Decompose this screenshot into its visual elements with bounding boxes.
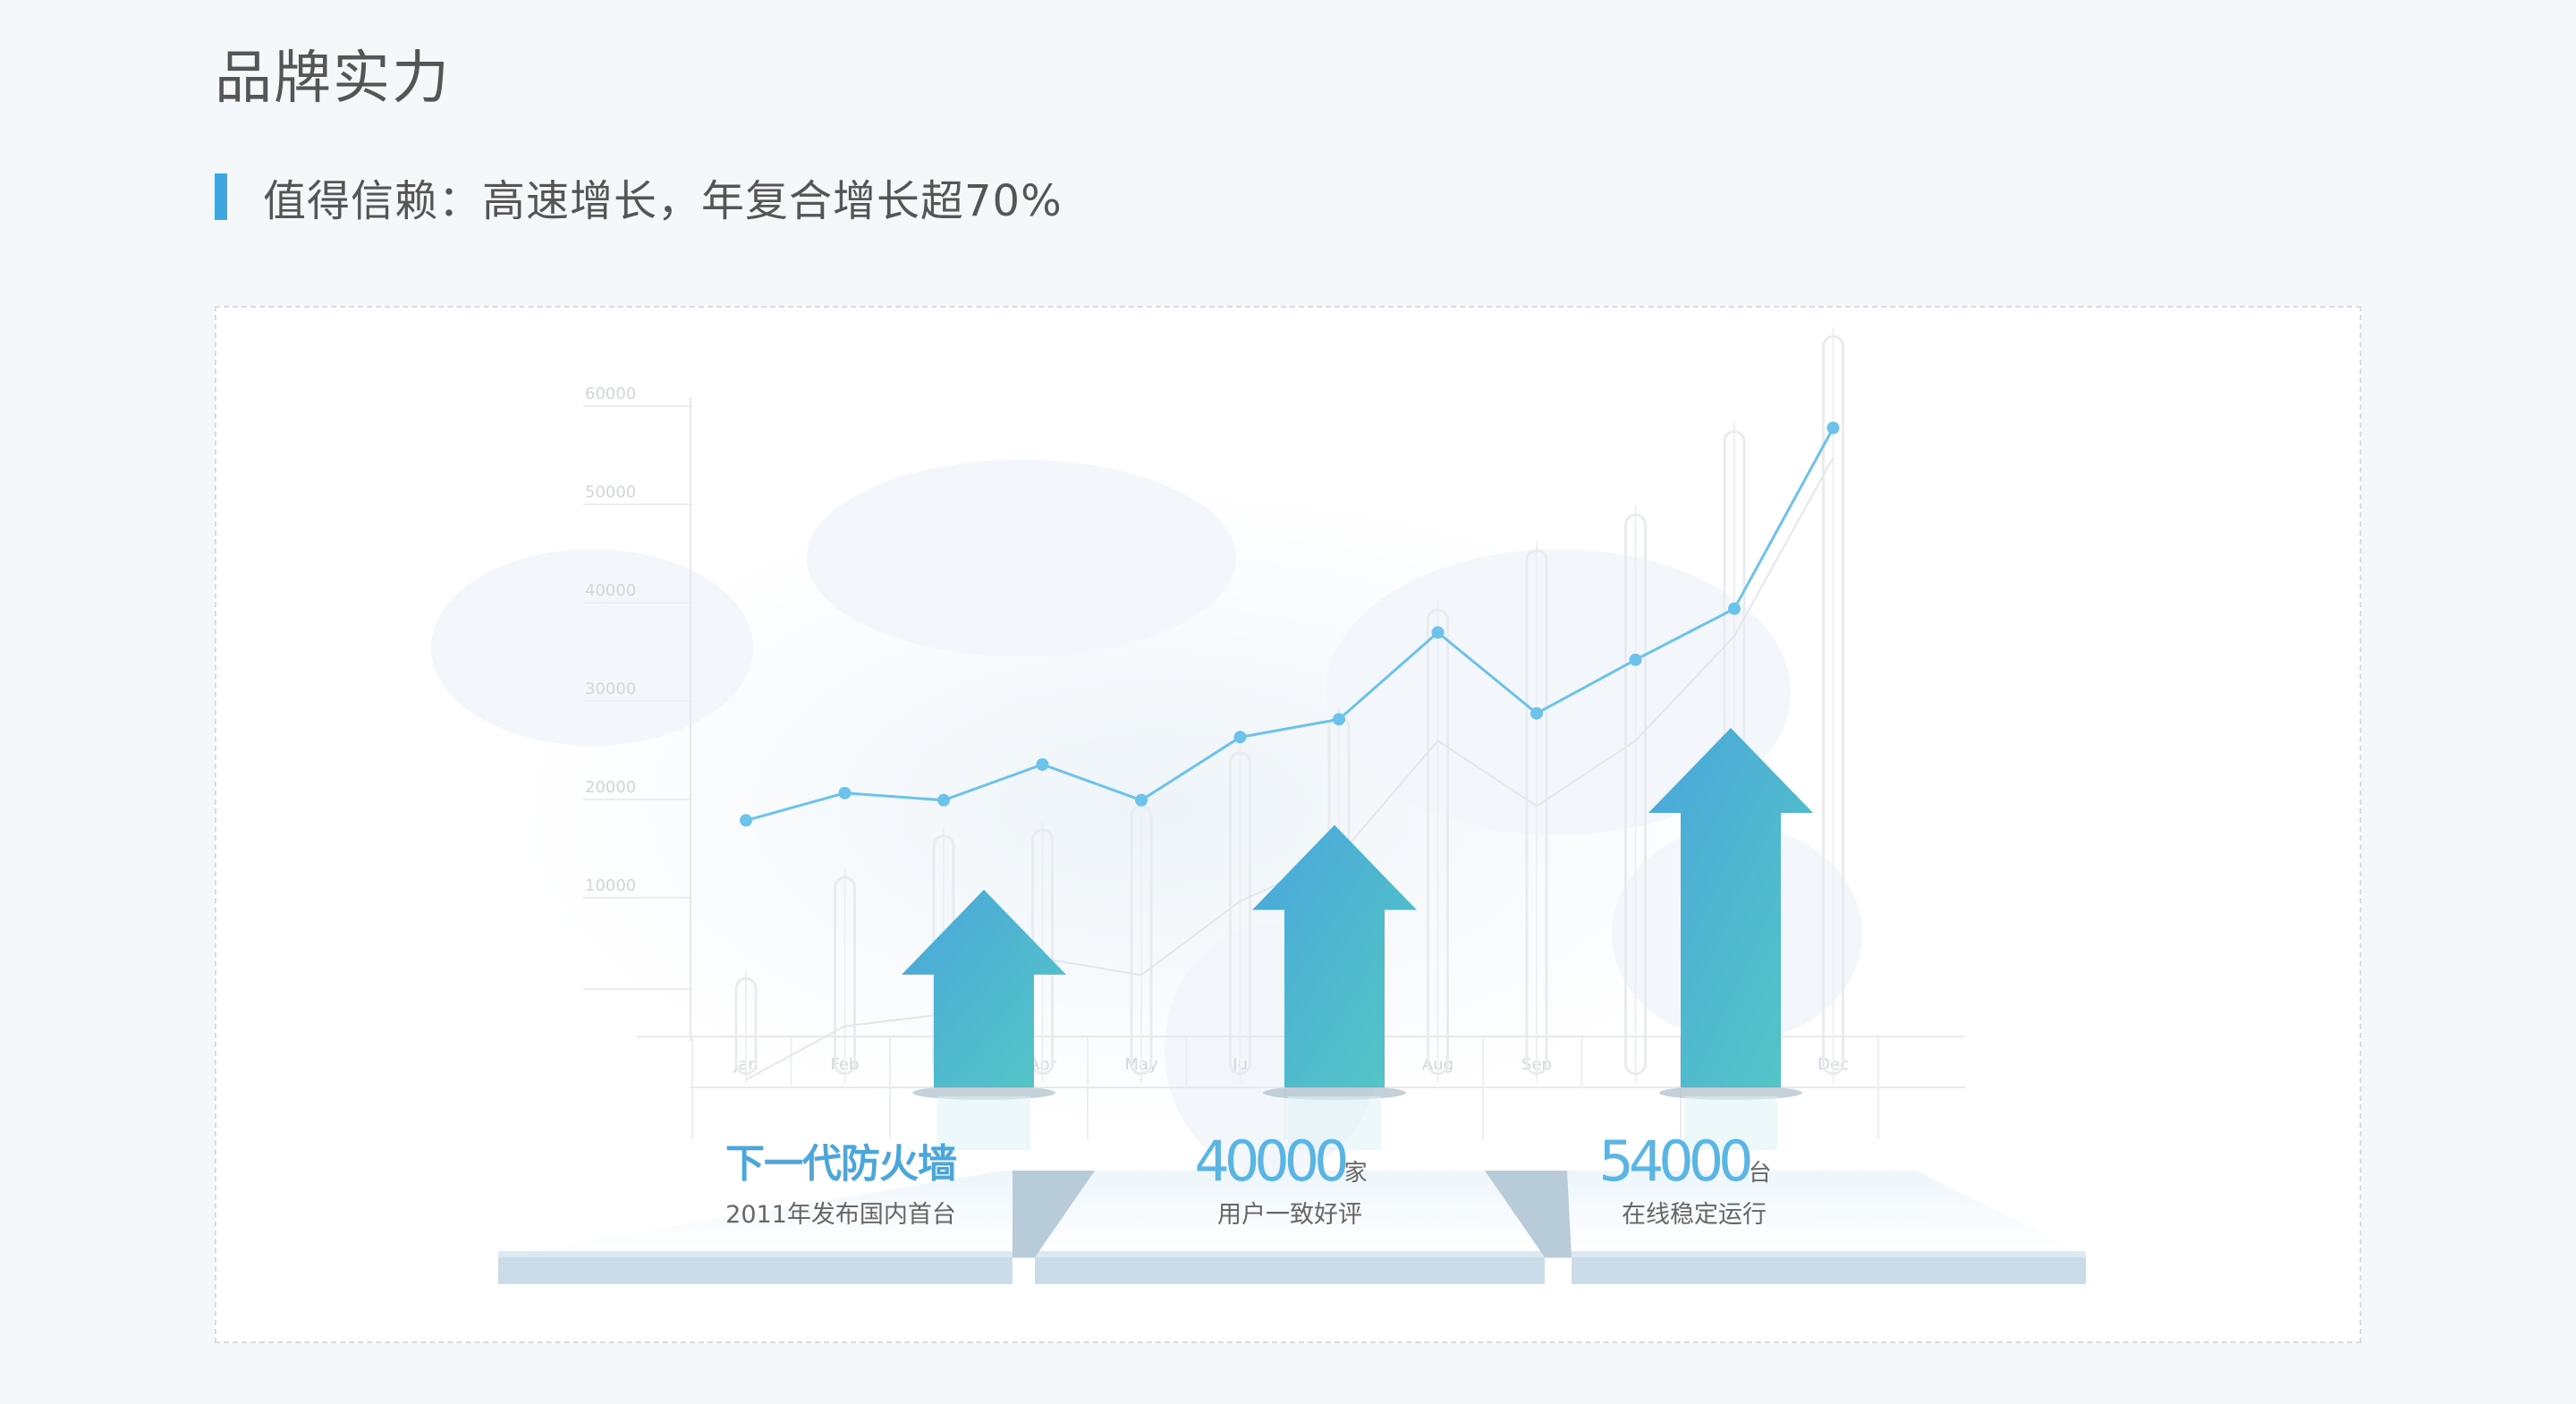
stat-value: 54000台 [1598, 1129, 1771, 1194]
stat-subtitle: 2011年发布国内首台 [725, 1201, 956, 1229]
series-point [1233, 731, 1247, 744]
stat-number: 54000 [1598, 1129, 1750, 1194]
y-tick-label: 10000 [585, 876, 636, 895]
stat-value: 40000家 [1194, 1129, 1367, 1194]
series-point [838, 786, 852, 799]
platform-block [1572, 1257, 2086, 1284]
growth-chart: 600005000040000300002000010000Jan Feb Apr M… [431, 327, 2086, 1312]
series-point [937, 793, 950, 807]
series-point [1431, 626, 1445, 639]
series-point [1036, 757, 1049, 771]
series-point [1135, 793, 1148, 807]
chart-panel: 60000 50000 40000 30000 20000 10000 Jan Feb Apr M… [215, 306, 2361, 1343]
section-accent-bar [215, 173, 227, 220]
platform-block [498, 1257, 1013, 1284]
y-tick-label: 60000 [585, 385, 636, 403]
stat-subtitle: 在线稳定运行 [1622, 1201, 1767, 1229]
series-point [740, 814, 752, 827]
platform-block [1035, 1257, 1545, 1284]
section-heading: 值得信赖：高速增长，年复合增长超70% [215, 170, 1063, 226]
series-point [1826, 421, 1840, 435]
stat-unit: 台 [1749, 1160, 1772, 1187]
y-tick-label: 30000 [585, 680, 636, 698]
stat-title: 下一代防火墙 [725, 1141, 956, 1187]
series-point [1728, 602, 1741, 615]
series-point [1629, 653, 1642, 666]
page-title: 品牌实力 [215, 46, 451, 112]
stat-subtitle: 用户一致好评 [1217, 1201, 1362, 1229]
section-title: 值得信赖：高速增长，年复合增长超70% [263, 176, 1063, 226]
stat-number: 40000 [1194, 1129, 1346, 1194]
stat-unit: 家 [1344, 1160, 1368, 1187]
y-tick-label: 40000 [585, 581, 636, 600]
platform-rim [498, 1251, 2086, 1258]
series-point [1530, 706, 1543, 720]
y-tick-label: 20000 [585, 778, 636, 797]
y-tick-label: 50000 [585, 483, 636, 502]
series-point [1333, 713, 1345, 726]
